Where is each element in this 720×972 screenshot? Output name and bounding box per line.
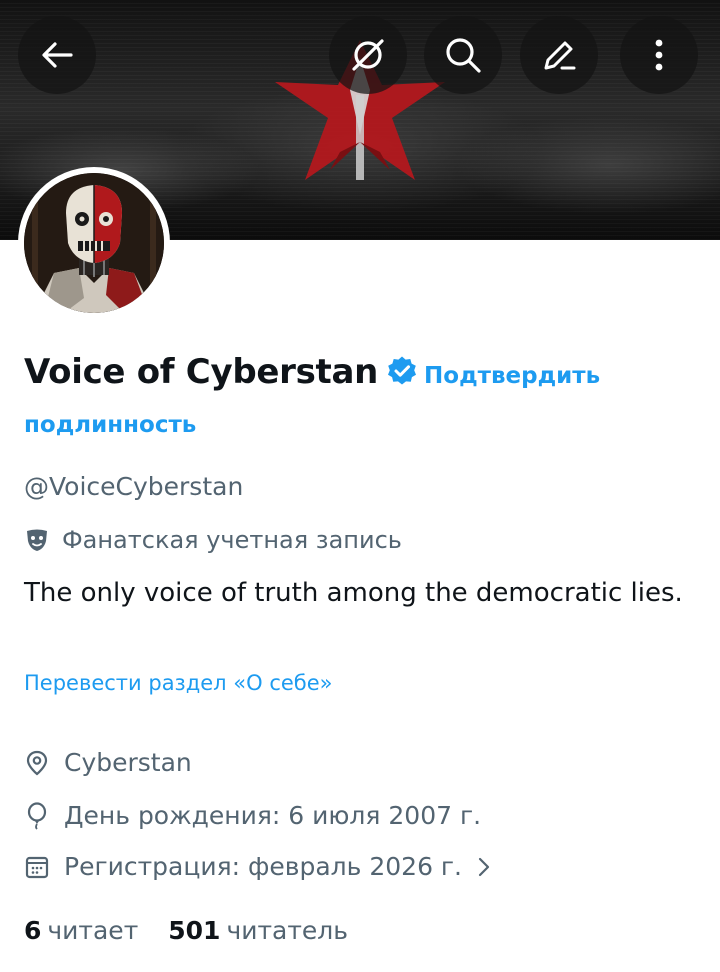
chevron-right-icon [478,857,490,876]
more-options-button[interactable] [620,16,698,94]
display-name: Voice of Cyberstan [24,352,379,392]
fan-account-text: Фанатская учетная запись [62,526,402,554]
get-verified-link-line2[interactable]: подлинность [24,412,196,438]
translate-bio-link[interactable]: Перевести раздел «О себе» [24,671,333,695]
theater-mask-icon [27,529,47,551]
following-stat[interactable]: 6 читает [24,916,138,945]
avatar-image [24,173,164,313]
birthday-text: День рождения: 6 июля 2007 г. [64,801,482,830]
get-verified-link[interactable]: Подтвердить [424,363,600,389]
profile-bio: The only voice of truth among the democr… [24,578,683,608]
joined-text: Регистрация: февраль 2026 г. [64,852,462,881]
balloon-icon [27,801,47,830]
search-icon [446,38,481,73]
followers-count: 501 [168,916,221,945]
following-label: читает [47,916,139,945]
birthday-row: День рождения: 6 июля 2007 г. [24,801,481,830]
search-button[interactable] [424,16,502,94]
edit-button[interactable] [520,16,598,94]
cyborg-portrait [24,173,164,313]
follow-stats: 6 читает 501 читатель [24,916,378,945]
calendar-icon [25,856,49,878]
location-row: Cyberstan [24,748,192,777]
avatar[interactable] [18,167,170,319]
arrow-left-icon [42,42,73,68]
joined-row[interactable]: Регистрация: февраль 2026 г. [24,852,506,881]
fan-account-label: Фанатская учетная запись [24,526,402,554]
followers-label: читатель [226,916,349,945]
verified-badge-icon[interactable] [386,355,418,391]
name-row: Voice of Cyberstan Подтвердить [24,352,704,392]
pencil-icon [544,41,576,70]
username-handle: @VoiceCyberstan [24,472,244,501]
more-vertical-icon [655,39,663,71]
following-count: 6 [24,916,42,945]
back-button[interactable] [18,16,96,94]
location-text: Cyberstan [64,748,192,777]
grok-icon [352,39,384,71]
location-pin-icon [26,750,48,775]
followers-stat[interactable]: 501 читатель [168,916,348,945]
grok-button[interactable] [329,16,407,94]
